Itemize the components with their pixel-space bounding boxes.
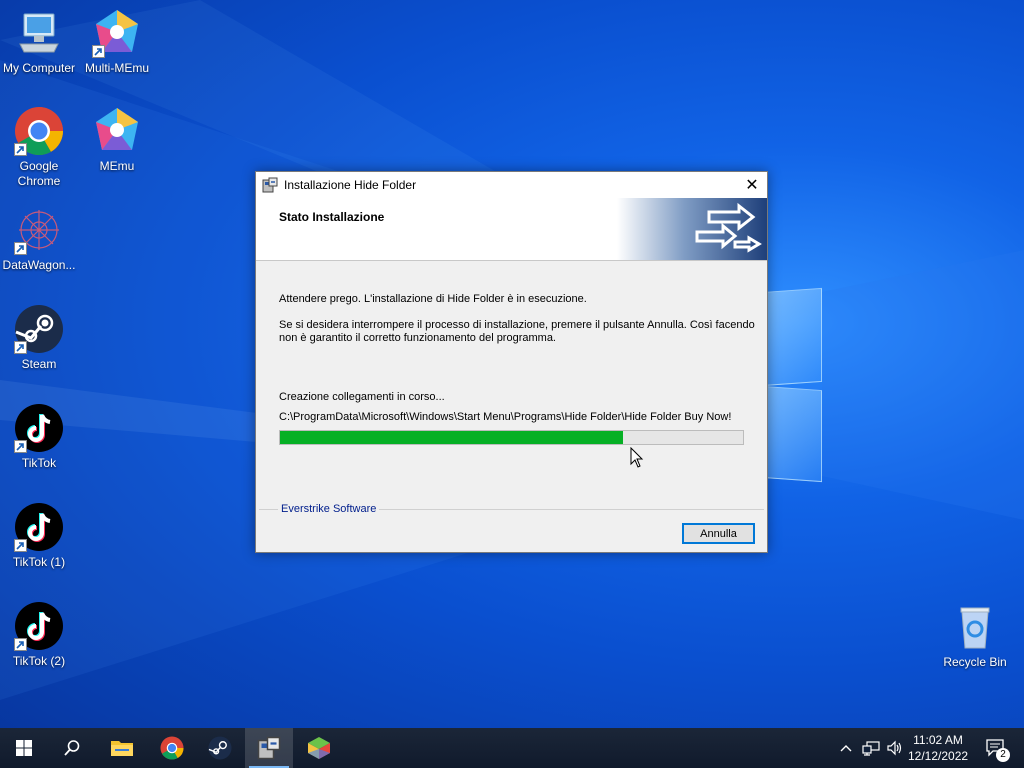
tray-volume[interactable] bbox=[884, 728, 906, 768]
desktop-icon-label: DataWagon... bbox=[2, 258, 76, 272]
taskbar-clock[interactable]: 11:02 AM 12/12/2022 bbox=[908, 732, 968, 764]
chrome-icon bbox=[14, 106, 64, 156]
action-center-button[interactable]: 2 bbox=[978, 728, 1014, 768]
desktop-icon-label: My Computer bbox=[2, 61, 76, 75]
taskbar: 11:02 AM 12/12/2022 2 bbox=[0, 728, 1024, 768]
steam-icon bbox=[14, 304, 64, 354]
progress-bar-fill bbox=[280, 431, 623, 444]
shortcut-arrow-icon bbox=[14, 440, 27, 453]
recycle-bin-icon bbox=[950, 602, 1000, 652]
shortcut-arrow-icon bbox=[92, 45, 105, 58]
start-icon bbox=[16, 740, 32, 756]
memu-multi-icon bbox=[92, 8, 142, 58]
shortcut-arrow-icon bbox=[14, 638, 27, 651]
desktop-icon-label: TikTok (1) bbox=[12, 555, 66, 569]
shortcut-arrow-icon bbox=[14, 539, 27, 552]
close-button[interactable]: ✕ bbox=[737, 172, 767, 198]
file-explorer-icon bbox=[111, 741, 133, 756]
header-title: Stato Installazione bbox=[279, 210, 385, 224]
clock-time: 11:02 AM bbox=[913, 733, 963, 747]
dialog-header: Stato Installazione bbox=[256, 198, 767, 261]
progress-message: Attendere prego. L'installazione di Hide… bbox=[279, 293, 587, 305]
progress-bar bbox=[279, 430, 744, 445]
desktop-icon-google-chrome[interactable]: Google Chrome bbox=[1, 106, 77, 189]
desktop-icon-label: TikTok bbox=[21, 456, 57, 470]
start-button[interactable] bbox=[0, 728, 48, 768]
cancel-button[interactable]: Annulla bbox=[682, 523, 755, 544]
desktop-icon-multi-memu[interactable]: Multi-MEmu bbox=[79, 8, 155, 76]
tiktok-icon bbox=[14, 502, 64, 552]
network-icon bbox=[862, 741, 880, 756]
installer-dialog: Installazione Hide Folder ✕ Stato Instal… bbox=[255, 171, 768, 553]
desktop-icon-steam[interactable]: Steam bbox=[1, 304, 77, 372]
search-icon bbox=[64, 740, 80, 756]
desktop-icon-tiktok-2[interactable]: TikTok (2) bbox=[1, 601, 77, 669]
vendor-brand: Everstrike Software bbox=[278, 503, 380, 515]
taskbar-chrome[interactable] bbox=[148, 728, 196, 768]
cancel-info-line-1: Se si desidera interrompere il processo … bbox=[279, 319, 755, 331]
steam-icon bbox=[208, 736, 232, 760]
desktop-icon-label: MEmu bbox=[99, 159, 135, 173]
datawagon-icon bbox=[14, 205, 64, 255]
memu-icon bbox=[92, 106, 142, 156]
chrome-icon bbox=[160, 736, 184, 760]
taskbar-bluestacks[interactable] bbox=[295, 728, 343, 768]
installer-arrows-banner bbox=[617, 198, 767, 260]
notification-count-badge: 2 bbox=[996, 748, 1010, 762]
desktop-icon-my-computer[interactable]: My Computer bbox=[1, 8, 77, 76]
installer-icon bbox=[257, 736, 281, 760]
mouse-cursor-icon bbox=[630, 447, 644, 468]
tiktok-icon bbox=[14, 403, 64, 453]
desktop-icon-datawagon[interactable]: DataWagon... bbox=[1, 205, 77, 273]
shortcut-arrow-icon bbox=[14, 341, 27, 354]
bluestacks-icon bbox=[308, 737, 330, 759]
taskbar-steam[interactable] bbox=[196, 728, 244, 768]
dialog-title: Installazione Hide Folder bbox=[284, 178, 417, 192]
dialog-titlebar[interactable]: Installazione Hide Folder ✕ bbox=[256, 172, 767, 198]
desktop-icon-label: Recycle Bin bbox=[943, 655, 1007, 669]
speaker-icon bbox=[887, 740, 902, 756]
computer-icon bbox=[14, 8, 64, 58]
taskbar-installer[interactable] bbox=[245, 728, 293, 768]
shortcut-arrow-icon bbox=[14, 143, 27, 156]
current-file-path: C:\ProgramData\Microsoft\Windows\Start M… bbox=[279, 411, 732, 423]
taskbar-search-button[interactable] bbox=[48, 728, 96, 768]
desktop-icon-label: Multi-MEmu bbox=[84, 61, 149, 75]
clock-date: 12/12/2022 bbox=[908, 749, 969, 763]
tiktok-icon bbox=[14, 601, 64, 651]
taskbar-file-explorer[interactable] bbox=[98, 728, 146, 768]
close-icon: ✕ bbox=[745, 177, 759, 194]
desktop-icon-recycle-bin[interactable]: Recycle Bin bbox=[937, 602, 1013, 670]
desktop-icon-tiktok[interactable]: TikTok bbox=[1, 403, 77, 471]
tray-network[interactable] bbox=[860, 728, 882, 768]
desktop-icon-label: Google Chrome bbox=[17, 159, 61, 188]
desktop-icon-label: TikTok (2) bbox=[12, 654, 66, 668]
tray-overflow-button[interactable] bbox=[836, 728, 856, 768]
desktop-icon-tiktok-1[interactable]: TikTok (1) bbox=[1, 502, 77, 570]
shortcut-arrow-icon bbox=[14, 242, 27, 255]
status-text: Creazione collegamenti in corso... bbox=[279, 391, 445, 403]
installer-icon bbox=[262, 177, 278, 193]
desktop-icon-memu[interactable]: MEmu bbox=[79, 106, 155, 174]
cancel-info-line-2: non è garantito il corretto funzionament… bbox=[279, 332, 556, 344]
desktop-icon-label: Steam bbox=[21, 357, 57, 371]
chevron-up-icon bbox=[840, 745, 852, 752]
